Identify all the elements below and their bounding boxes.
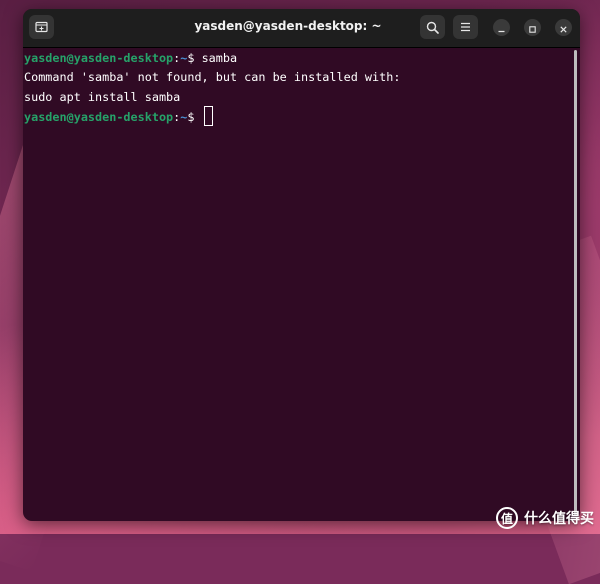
prompt-user: yasden@yasden-desktop [24,51,174,65]
terminal-line-output: Command 'samba' not found, but can be in… [24,70,401,84]
watermark-text: 什么值得买 [524,511,594,527]
terminal-line-output: sudo apt install samba [24,90,181,104]
search-button[interactable] [420,15,445,39]
terminal-line-prompt[interactable]: yasden@yasden-desktop:~$ [24,106,213,126]
minimize-button[interactable] [493,19,510,36]
new-tab-button[interactable] [29,15,54,39]
prompt-user: yasden@yasden-desktop [24,110,174,124]
terminal-line-command: yasden@yasden-desktop:~$ samba [24,48,237,68]
watermark-logo-icon: 值 [496,507,518,529]
prompt-symbol: $ [187,110,202,124]
watermark: 值 什么值得买 [496,507,594,529]
text-cursor [203,106,213,126]
menu-button[interactable] [453,15,478,39]
maximize-button[interactable] [524,19,541,36]
title-bar[interactable]: yasden@yasden-desktop: ~ [23,9,580,48]
terminal-window[interactable]: yasden@yasden-desktop: ~ yasden@yasden-d… [23,9,580,521]
command-text: $ samba [187,51,238,65]
new-tab-icon [35,21,48,33]
close-button[interactable] [555,19,572,36]
minimize-icon [498,18,505,37]
window-title: yasden@yasden-desktop: ~ [194,19,382,33]
scrollbar[interactable] [574,50,577,516]
close-icon [560,18,567,37]
maximize-icon [529,18,536,37]
search-icon [426,21,439,34]
terminal-output-area[interactable]: yasden@yasden-desktop:~$ samba Command '… [23,48,580,521]
hamburger-menu-icon [460,22,471,32]
